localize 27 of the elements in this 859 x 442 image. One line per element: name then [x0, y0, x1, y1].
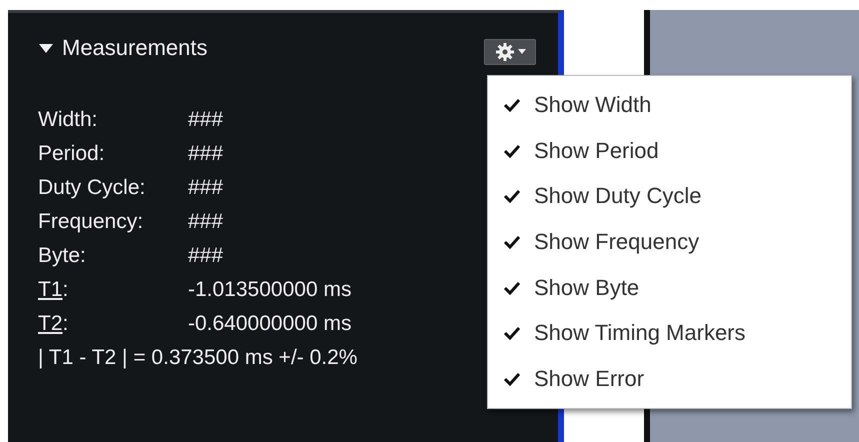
measurement-label: Width: [38, 108, 99, 132]
gear-menu-button[interactable] [484, 39, 536, 65]
measurement-value: ### [188, 244, 224, 268]
menu-item[interactable]: Show Duty Cycle [488, 173, 851, 220]
measurement-label: Byte: [38, 244, 87, 268]
marker-difference: | T1 - T2 | = 0.373500 ms +/- 0.2% [38, 346, 358, 370]
menu-item[interactable]: Show Error [488, 356, 851, 402]
menu-item[interactable]: Show Byte [488, 264, 851, 310]
measurement-value: ### [188, 108, 224, 132]
measurement-label: Duty Cycle: [38, 176, 146, 200]
gear-icon [494, 42, 514, 62]
measurement-label: Frequency: [38, 210, 144, 234]
menu-item[interactable]: Show Frequency [488, 219, 851, 265]
caret-icon [518, 49, 526, 55]
marker-label[interactable]: T1: [38, 278, 188, 302]
measurement-value: ### [188, 142, 224, 166]
marker-value: -1.013500000 ms [188, 278, 352, 302]
marker-value: -0.640000000 ms [188, 312, 352, 336]
panel-title: Measurements [62, 35, 208, 61]
marker-label[interactable]: T2: [38, 312, 188, 336]
measurement-value: ### [188, 210, 224, 234]
measurement-label: Period: [38, 142, 106, 166]
menu-item[interactable]: Show Timing Markers [488, 310, 851, 356]
measurement-value: ### [188, 176, 224, 200]
triangle-icon[interactable] [38, 42, 54, 54]
menu-item[interactable]: Show Width [488, 82, 851, 128]
menu-item[interactable]: Show Period [488, 128, 851, 174]
